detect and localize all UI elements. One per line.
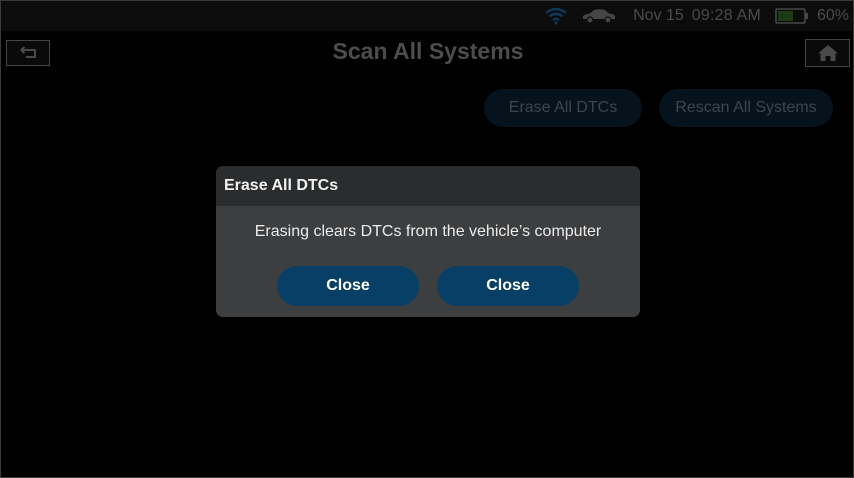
battery-percent: 60% <box>816 7 849 24</box>
close-button-left[interactable]: Close <box>277 266 419 306</box>
status-indicators: Nov 15 09:28 AM 60% <box>545 6 849 26</box>
close-button-right[interactable]: Close <box>437 266 579 306</box>
battery-icon <box>775 8 808 24</box>
status-time: 09:28 AM <box>691 7 761 24</box>
status-bar: Nov 15 09:28 AM 60% <box>1 1 853 31</box>
battery-level-fill <box>777 11 793 21</box>
dialog-title: Erase All DTCs <box>216 166 640 206</box>
status-date: Nov 15 <box>633 7 684 24</box>
home-icon <box>817 45 838 61</box>
erase-dtcs-dialog: Erase All DTCs Erasing clears DTCs from … <box>216 166 640 317</box>
wifi-icon <box>545 7 567 25</box>
screen-frame: Nov 15 09:28 AM 60% Scan All Systems Era… <box>0 0 854 478</box>
car-icon <box>583 9 616 24</box>
rescan-all-systems-button[interactable]: Rescan All Systems <box>659 89 833 127</box>
dialog-message: Erasing clears DTCs from the vehicle’s c… <box>254 223 602 240</box>
erase-all-dtcs-button[interactable]: Erase All DTCs <box>484 89 642 127</box>
page-title: Scan All Systems <box>332 38 524 64</box>
home-button[interactable] <box>805 39 850 67</box>
